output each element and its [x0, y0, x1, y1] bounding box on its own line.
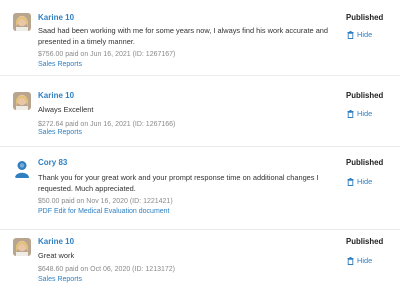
review-item: Karine 10 Always Excellent $272.64 paid … — [0, 76, 400, 147]
product-link[interactable]: Sales Reports — [38, 129, 82, 136]
payment-info: $648.60 paid on Oct 06, 2020 (ID: 121317… — [38, 266, 175, 273]
hide-label: Hide — [357, 30, 373, 39]
review-item: Cory 83 Thank you for your great work an… — [0, 147, 400, 230]
status-label: Published — [346, 158, 384, 167]
review-item: Karine 10 Saad had been working with me … — [0, 0, 400, 76]
payment-info: $756.00 paid on Jun 16, 2021 (ID: 126716… — [38, 51, 176, 58]
hide-label: Hide — [357, 109, 373, 118]
hide-button[interactable]: Hide — [347, 30, 372, 39]
trash-icon — [347, 256, 354, 265]
user-photo-avatar[interactable] — [13, 238, 31, 256]
product-link[interactable]: PDF Edit for Medical Evaluation document — [38, 208, 170, 215]
user-photo-avatar[interactable] — [13, 92, 31, 110]
hide-label: Hide — [357, 256, 373, 265]
trash-icon — [347, 109, 354, 118]
review-author[interactable]: Karine 10 — [38, 91, 74, 100]
trash-icon — [347, 177, 354, 186]
review-text: Saad had been working with me for some y… — [38, 26, 329, 46]
review-author[interactable]: Karine 10 — [38, 237, 74, 246]
status-label: Published — [346, 91, 384, 100]
product-link[interactable]: Sales Reports — [38, 276, 82, 283]
hide-button[interactable]: Hide — [347, 177, 372, 186]
review-text: Thank you for your great work and your p… — [38, 173, 319, 193]
status-label: Published — [346, 13, 384, 22]
review-author[interactable]: Karine 10 — [38, 13, 74, 22]
hide-button[interactable]: Hide — [347, 109, 372, 118]
hide-label: Hide — [357, 177, 373, 186]
review-text: Always Excellent — [38, 105, 94, 114]
hide-button[interactable]: Hide — [347, 256, 372, 265]
default-user-avatar[interactable] — [14, 160, 32, 178]
status-label: Published — [346, 237, 384, 246]
trash-icon — [347, 30, 354, 39]
review-list: Karine 10 Saad had been working with me … — [0, 0, 400, 300]
payment-info: $272.64 paid on Jun 16, 2021 (ID: 126716… — [38, 121, 176, 128]
user-photo-avatar[interactable] — [13, 13, 31, 31]
review-author[interactable]: Cory 83 — [38, 158, 67, 167]
payment-info: $50.00 paid on Nov 16, 2020 (ID: 1221421… — [38, 198, 173, 205]
product-link[interactable]: Sales Reports — [38, 61, 82, 68]
review-text: Great work — [38, 251, 75, 260]
review-item: Karine 10 Great work $648.60 paid on Oct… — [0, 230, 400, 300]
